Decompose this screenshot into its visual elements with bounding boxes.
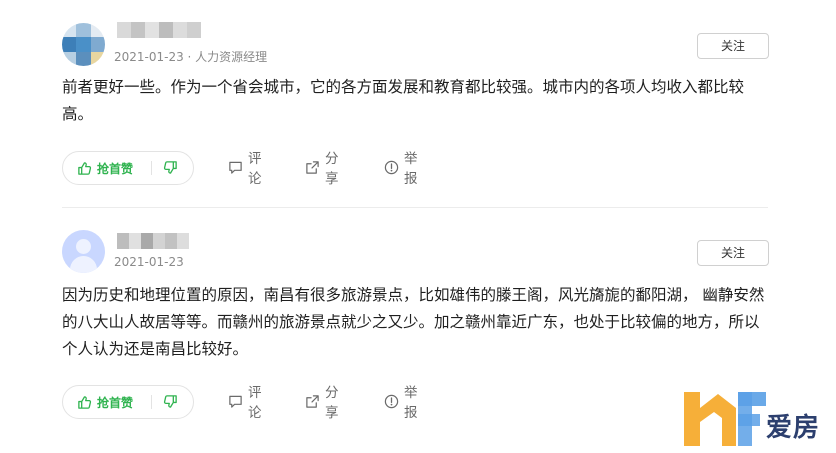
like-label: 抢首赞	[97, 395, 134, 410]
pill-divider	[151, 395, 152, 409]
dislike-icon	[163, 394, 178, 413]
report-label: 举报	[404, 151, 418, 187]
like-label: 抢首赞	[97, 161, 134, 176]
brand-logo-icon	[684, 392, 766, 450]
vote-pill: 抢首赞	[62, 151, 194, 185]
follow-button[interactable]: 关注	[697, 33, 769, 59]
share-icon	[305, 394, 320, 409]
comment-icon	[228, 394, 243, 409]
pill-divider	[151, 161, 152, 175]
share-icon	[305, 160, 320, 175]
like-button[interactable]: 抢首赞	[77, 393, 133, 411]
answer-content: 因为历史和地理位置的原因，南昌有很多旅游景点，比如雄伟的滕王阁，风光旖旎的鄱阳湖…	[62, 286, 765, 358]
share-button[interactable]: 分享	[305, 385, 339, 421]
like-button[interactable]: 抢首赞	[77, 159, 133, 177]
share-label: 分享	[325, 151, 339, 187]
comment-label: 评论	[248, 151, 262, 187]
report-button[interactable]: 举报	[384, 385, 418, 421]
follow-button[interactable]: 关注	[697, 240, 769, 266]
like-icon	[77, 161, 92, 176]
answer-divider	[62, 207, 768, 208]
report-label: 举报	[404, 385, 418, 421]
comment-label: 评论	[248, 385, 262, 421]
brand-text: 爱房	[766, 413, 821, 443]
share-button[interactable]: 分享	[305, 151, 339, 187]
report-icon	[384, 394, 399, 409]
username-blurred[interactable]	[117, 22, 201, 38]
dislike-button[interactable]	[163, 160, 179, 176]
like-icon	[77, 395, 92, 410]
share-label: 分享	[325, 385, 339, 421]
answer-content: 前者更好一些。作为一个省会城市，它的各方面发展和教育都比较强。城市内的各项人均收…	[62, 78, 745, 123]
dislike-button[interactable]	[163, 394, 179, 410]
dislike-icon	[163, 160, 178, 179]
avatar[interactable]	[62, 230, 105, 273]
avatar[interactable]	[62, 23, 105, 66]
report-button[interactable]: 举报	[384, 151, 418, 187]
vote-pill: 抢首赞	[62, 385, 194, 419]
report-icon	[384, 160, 399, 175]
answer-meta: 2021-01-23 · 人力资源经理	[114, 50, 268, 64]
answer-meta: 2021-01-23	[114, 255, 184, 269]
username-blurred[interactable]	[117, 233, 189, 249]
comment-button[interactable]: 评论	[228, 385, 262, 421]
comment-icon	[228, 160, 243, 175]
comment-button[interactable]: 评论	[228, 151, 262, 187]
